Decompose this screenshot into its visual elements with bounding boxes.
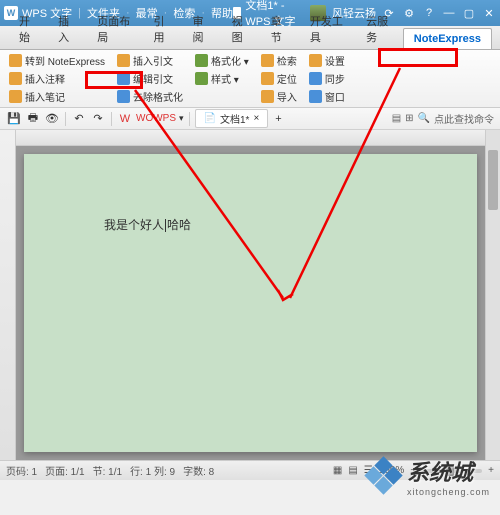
document-tab[interactable]: 📄 文档1* ×	[195, 109, 269, 128]
maximize-button[interactable]: ▢	[462, 6, 476, 20]
print-icon[interactable]: 🖶	[25, 111, 41, 127]
watermark-url: xitongcheng.com	[407, 487, 490, 497]
remove-format-button[interactable]: 去除格式化	[114, 88, 186, 105]
window-icon	[309, 90, 322, 103]
goto-icon	[9, 54, 22, 67]
style-dropdown[interactable]: 样式 ▾	[192, 70, 252, 87]
close-tab-icon[interactable]: ×	[253, 113, 259, 124]
status-pos[interactable]: 行: 1 列: 9	[130, 463, 175, 478]
help-icon[interactable]: ?	[422, 6, 436, 20]
tab-noteexpress[interactable]: NoteExpress	[403, 28, 492, 49]
save-icon[interactable]: 💾	[6, 111, 22, 127]
ruler-icon[interactable]: ⊞	[405, 113, 413, 124]
tab-cloud[interactable]: 云服务	[355, 8, 403, 49]
tab-layout[interactable]: 页面布局	[86, 8, 142, 49]
tab-view[interactable]: 视图	[221, 8, 260, 49]
command-search[interactable]: 点此查找命令	[434, 111, 494, 126]
status-chars[interactable]: 字数: 8	[183, 463, 214, 478]
tab-reference[interactable]: 引用	[142, 8, 181, 49]
view-web-icon[interactable]: ▤	[348, 465, 357, 476]
import-button[interactable]: 导入	[258, 88, 300, 105]
view-mode-icon[interactable]: ▤	[392, 113, 401, 124]
citation-icon	[117, 54, 130, 67]
status-section[interactable]: 节: 1/1	[93, 463, 122, 478]
wps-label[interactable]: WOWPS	[136, 113, 176, 124]
vertical-ruler[interactable]	[0, 130, 16, 460]
text-cursor	[165, 219, 166, 232]
document-area: 我是个好人哈哈	[0, 130, 500, 460]
vertical-scrollbar[interactable]	[485, 130, 500, 460]
unformat-icon	[117, 90, 130, 103]
edit-citation-button[interactable]: 编辑引文	[114, 70, 186, 87]
add-tab-button[interactable]: +	[271, 113, 285, 125]
watermark: 系统城 xitongcheng.com	[367, 455, 490, 497]
close-button[interactable]: ✕	[482, 6, 496, 20]
locate-button[interactable]: 定位	[258, 70, 300, 87]
insert-memo-button[interactable]: 插入笔记	[6, 88, 108, 105]
horizontal-ruler[interactable]	[16, 130, 485, 146]
status-pages[interactable]: 页面: 1/1	[45, 463, 84, 478]
scrollbar-thumb[interactable]	[488, 150, 498, 210]
note-icon	[9, 72, 22, 85]
search-button[interactable]: 检索	[258, 52, 300, 69]
memo-icon	[9, 90, 22, 103]
insert-citation-button[interactable]: 插入引文	[114, 52, 186, 69]
sync-button[interactable]: 同步	[306, 70, 348, 87]
insert-note-button[interactable]: 插入注释	[6, 70, 108, 87]
style-icon	[195, 72, 208, 85]
document-text[interactable]: 我是个好人哈哈	[104, 216, 191, 233]
page-viewport[interactable]: 我是个好人哈哈	[16, 146, 485, 460]
settings-icon[interactable]: ⚙	[402, 6, 416, 20]
locate-icon	[261, 72, 274, 85]
gear-icon	[309, 54, 322, 67]
status-page[interactable]: 页码: 1	[6, 463, 37, 478]
ribbon-tabs: 开始 插入 页面布局 引用 审阅 视图 章节 开发工具 云服务 NoteExpr…	[0, 26, 500, 50]
tab-start[interactable]: 开始	[8, 8, 47, 49]
window-button[interactable]: 窗口	[306, 88, 348, 105]
tab-devtools[interactable]: 开发工具	[299, 8, 355, 49]
wps-logo-icon[interactable]: W	[117, 111, 133, 127]
import-icon	[261, 90, 274, 103]
separator: |	[78, 7, 81, 19]
redo-icon[interactable]: ↷	[90, 111, 106, 127]
settings-button[interactable]: 设置	[306, 52, 348, 69]
sync-icon	[309, 72, 322, 85]
format-icon	[195, 54, 208, 67]
minimize-button[interactable]: —	[442, 6, 456, 20]
view-print-icon[interactable]: ▦	[333, 465, 342, 476]
document-page[interactable]: 我是个好人哈哈	[24, 154, 477, 452]
watermark-logo-icon	[367, 459, 401, 493]
edit-icon	[117, 72, 130, 85]
search-icon	[261, 54, 274, 67]
preview-icon[interactable]: 👁	[44, 111, 60, 127]
undo-icon[interactable]: ↶	[71, 111, 87, 127]
quick-access-bar: 💾 🖶 👁 ↶ ↷ W WOWPS ▾ 📄 文档1* × + ▤ ⊞ 🔍 点此查…	[0, 108, 500, 130]
tab-chapter[interactable]: 章节	[260, 8, 299, 49]
watermark-text: 系统城	[407, 455, 490, 487]
ribbon: 转到 NoteExpress 插入注释 插入笔记 插入引文 编辑引文 去除格式化…	[0, 50, 500, 108]
goto-noteexpress-button[interactable]: 转到 NoteExpress	[6, 52, 108, 69]
format-dropdown[interactable]: 格式化 ▾	[192, 52, 252, 69]
